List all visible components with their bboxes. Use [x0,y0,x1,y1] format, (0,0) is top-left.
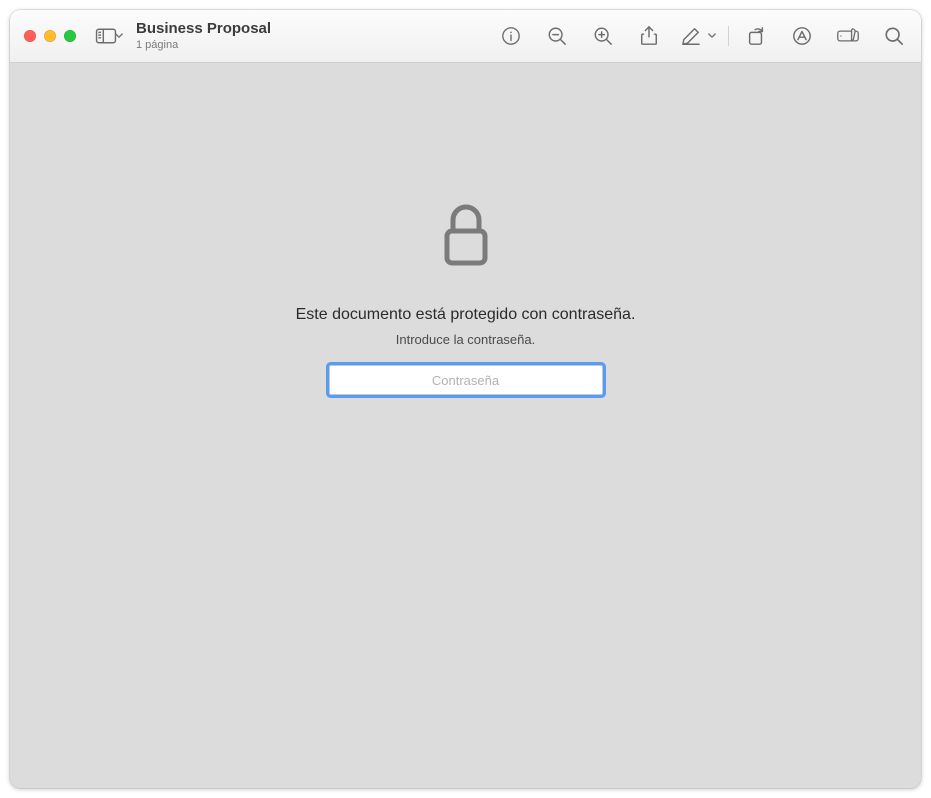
minimize-window-button[interactable] [44,30,56,42]
app-window: Business Proposal 1 página [10,10,921,788]
toolbar-right [494,22,911,50]
zoom-in-button[interactable] [586,22,620,50]
password-prompt: Este documento está protegido con contra… [10,203,921,395]
markup-icon [792,26,812,46]
password-input[interactable] [329,365,603,395]
form-fill-button[interactable] [831,22,865,50]
close-window-button[interactable] [24,30,36,42]
toolbar-separator [728,26,729,46]
password-message-sub: Introduce la contraseña. [396,332,535,347]
rotate-button[interactable] [739,22,773,50]
lock-icon [441,203,491,274]
sidebar-icon [95,27,117,45]
document-title: Business Proposal [136,21,271,38]
markup-button[interactable] [785,22,819,50]
share-icon [639,25,659,47]
rotate-icon [746,26,766,46]
highlight-button[interactable] [678,22,718,50]
chevron-down-icon [115,33,124,39]
zoom-window-button[interactable] [64,30,76,42]
zoom-out-icon [547,26,567,46]
zoom-out-button[interactable] [540,22,574,50]
password-message-main: Este documento está protegido con contra… [296,306,636,324]
form-icon [836,28,860,44]
chevron-down-icon [708,33,717,39]
zoom-in-icon [593,26,613,46]
view-mode-button[interactable] [92,22,126,50]
window-controls [24,30,76,42]
share-button[interactable] [632,22,666,50]
highlight-icon [680,27,702,45]
document-area: Este documento está protegido con contra… [10,63,921,788]
info-icon [501,26,521,46]
document-title-block: Business Proposal 1 página [136,21,271,51]
info-button[interactable] [494,22,528,50]
document-subtitle: 1 página [136,39,271,51]
search-button[interactable] [877,22,911,50]
titlebar: Business Proposal 1 página [10,10,921,63]
search-icon [884,26,904,46]
